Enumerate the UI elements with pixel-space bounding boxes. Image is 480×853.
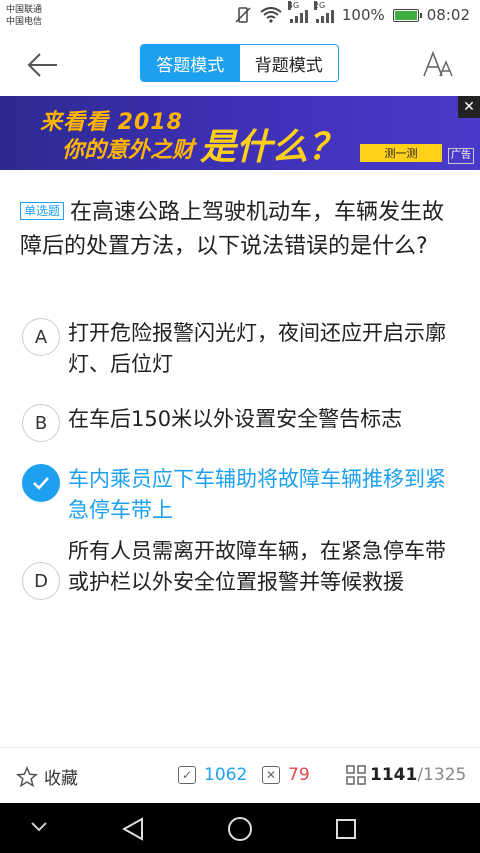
system-nav-bar (0, 803, 480, 853)
tab-recite-mode[interactable]: 背题模式 (239, 45, 338, 81)
option-b-text[interactable]: 在车后150米以外设置安全警告标志 (68, 404, 402, 435)
nav-recents-icon[interactable] (335, 818, 357, 840)
top-bar: 答题模式 背题模式 (0, 34, 480, 96)
carrier-2: 中国电信 (6, 17, 43, 27)
net-2g-label: 2G (313, 1, 326, 10)
ad-banner[interactable]: 来看看 2018 你的意外之财 是什么？ 测一测 广告 ✕ (0, 96, 480, 170)
favorite-label: 收藏 (44, 769, 78, 789)
ad-tag: 广告 (448, 148, 474, 164)
ad-headline: 是什么？ (200, 127, 345, 168)
vibrate-off-icon (235, 7, 251, 23)
option-b-circle[interactable]: B (22, 404, 60, 442)
option-a-text[interactable]: 打开危险报警闪光灯，夜间还应开启示廓灯、后位灯 (68, 318, 462, 380)
total-questions: /1325 (417, 765, 467, 785)
ad-line-2: 你的意外之财 (62, 138, 195, 163)
clock: 08:02 (426, 6, 470, 24)
option-c-text[interactable]: 车内乘员应下车辅助将故障车辆推移到紧急停车带上 (68, 464, 462, 526)
question: 单选题 在高速公路上驾驶机动车，车辆发生故障后的处置方法，以下说法错误的是什么? (20, 196, 460, 264)
chevron-down-icon[interactable] (30, 821, 48, 833)
option-d-circle[interactable]: D (22, 562, 60, 600)
carrier-info: 中国联通 中国电信 (6, 4, 42, 28)
status-icons: 4G 2G 100% 08:02 (234, 1, 470, 24)
nav-back-icon[interactable] (122, 817, 144, 841)
option-a[interactable]: A 打开危险报警闪光灯，夜间还应开启示廓灯、后位灯 (22, 318, 462, 380)
ad-close-icon[interactable]: ✕ (458, 96, 480, 118)
option-b[interactable]: B 在车后150米以外设置安全警告标志 (22, 404, 462, 442)
check-box-icon: ✓ (178, 766, 196, 784)
battery-percent: 100% (341, 6, 385, 24)
option-c[interactable]: 车内乘员应下车辅助将故障车辆推移到紧急停车带上 (22, 464, 462, 526)
wrong-stat[interactable]: ✕ 79 (262, 765, 310, 785)
battery-icon (392, 8, 422, 22)
ad-cta-button[interactable]: 测一测 (360, 144, 442, 162)
net-4g-label: 4G (287, 1, 300, 10)
mode-switch: 答题模式 背题模式 (140, 44, 339, 82)
signal-2g-icon: 2G (313, 1, 334, 23)
star-icon (16, 765, 38, 787)
bottom-bar: 收藏 ✓ 1062 ✕ 79 1141/1325 (0, 747, 480, 804)
carrier-1: 中国联通 (6, 5, 43, 15)
tab-answer-mode[interactable]: 答题模式 (141, 45, 240, 81)
status-bar: 中国联通 中国电信 4G 2G 100% 08:02 (0, 0, 480, 34)
correct-stat[interactable]: ✓ 1062 (178, 765, 247, 785)
x-box-icon: ✕ (262, 766, 280, 784)
option-d[interactable]: D 所有人员需离开故障车辆，在紧急停车带或护栏以外安全位置报警并等候救援 (22, 536, 462, 600)
option-c-checkmark-icon[interactable] (22, 464, 60, 502)
option-a-circle[interactable]: A (22, 318, 60, 356)
wrong-count: 79 (288, 765, 310, 785)
font-size-icon[interactable] (422, 50, 454, 78)
current-question-number: 1141 (370, 765, 418, 785)
question-text: 在高速公路上驾驶机动车，车辆发生故障后的处置方法，以下说法错误的是什么? (20, 200, 445, 259)
nav-home-icon[interactable] (227, 816, 253, 842)
correct-count: 1062 (204, 765, 248, 785)
favorite-button[interactable]: 收藏 (16, 764, 78, 789)
grid-icon (346, 765, 366, 785)
wifi-icon (260, 7, 282, 23)
progress-stat[interactable]: 1141/1325 (346, 765, 466, 785)
back-arrow-icon[interactable] (26, 50, 60, 80)
signal-4g-icon: 4G (287, 1, 308, 23)
question-type-badge: 单选题 (20, 202, 65, 220)
option-d-text[interactable]: 所有人员需离开故障车辆，在紧急停车带或护栏以外安全位置报警并等候救援 (68, 536, 462, 598)
